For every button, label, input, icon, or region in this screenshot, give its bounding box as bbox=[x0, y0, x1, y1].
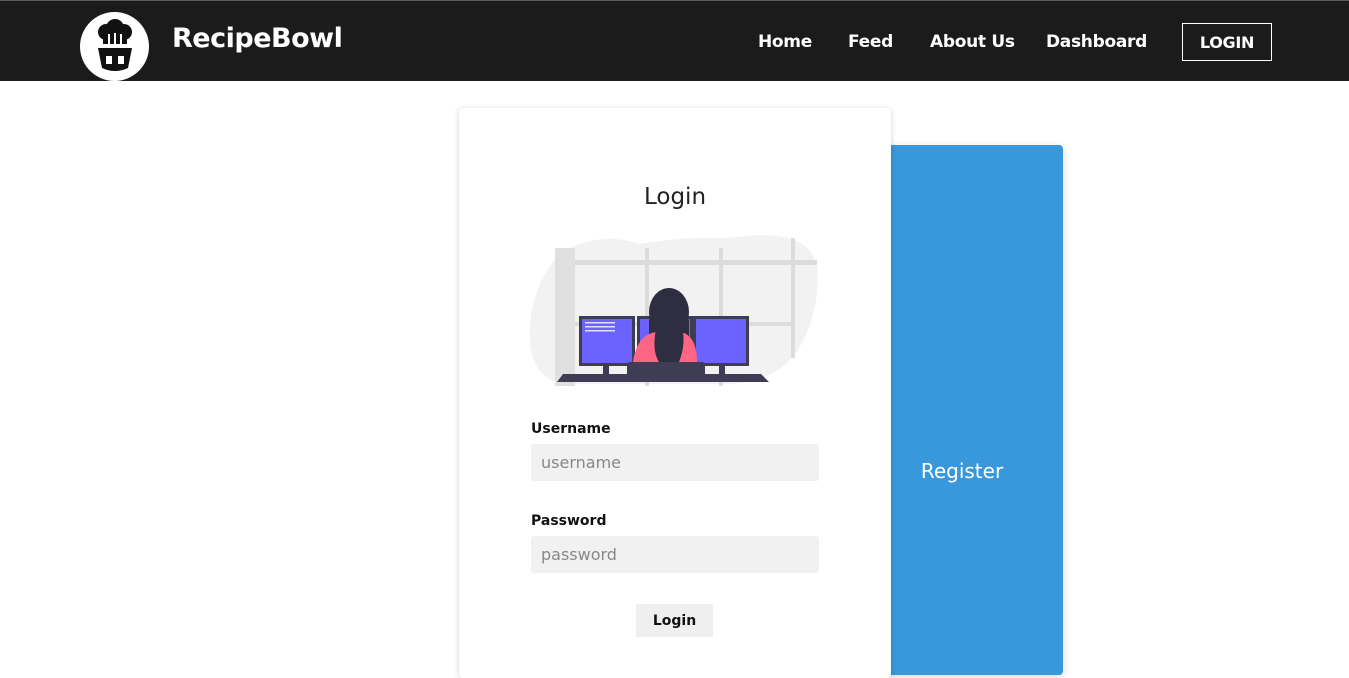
username-label: Username bbox=[531, 421, 611, 437]
nav-home-link[interactable]: Home bbox=[758, 32, 812, 52]
brand-logo-icon[interactable] bbox=[80, 12, 149, 81]
nav-about-us-link[interactable]: About Us bbox=[930, 32, 1015, 52]
password-label: Password bbox=[531, 513, 607, 529]
brand-name[interactable]: RecipeBowl bbox=[172, 23, 343, 54]
register-link[interactable]: Register bbox=[892, 459, 1032, 483]
nav-feed-link[interactable]: Feed bbox=[848, 32, 893, 52]
woman-at-computers-illustration-icon bbox=[529, 232, 821, 392]
password-input[interactable] bbox=[531, 536, 819, 573]
login-title: Login bbox=[643, 184, 707, 210]
nav-dashboard-link[interactable]: Dashboard bbox=[1046, 32, 1147, 52]
username-input[interactable] bbox=[531, 444, 819, 481]
login-card: Login Username username Password Login bbox=[459, 108, 891, 678]
login-submit-button[interactable]: Login bbox=[636, 604, 713, 637]
top-navbar: RecipeBowl Home Feed About Us Dashboard … bbox=[0, 0, 1349, 81]
nav-login-button[interactable]: LOGIN bbox=[1182, 23, 1272, 61]
